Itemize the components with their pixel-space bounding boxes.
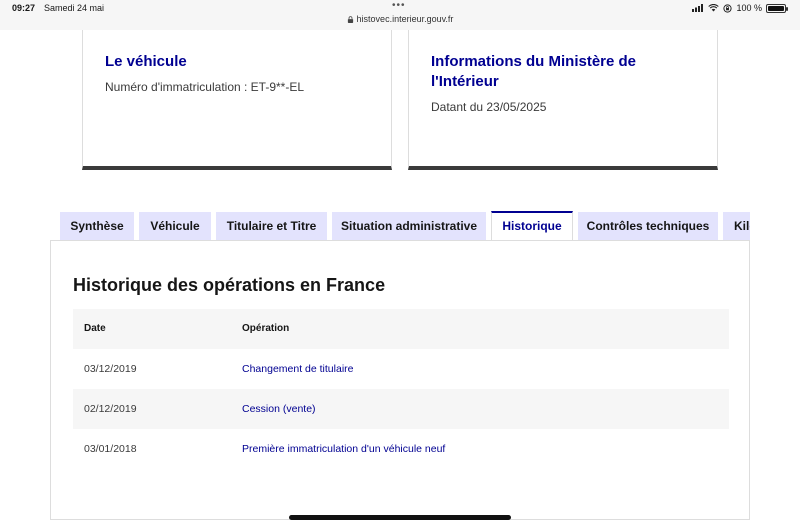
tab-synthese[interactable]: Synthèse — [60, 212, 134, 240]
multitasking-dots-icon[interactable]: ••• — [392, 0, 406, 11]
tab-historique[interactable]: Historique — [491, 211, 573, 241]
tab-vehicule[interactable]: Véhicule — [139, 212, 211, 240]
operation-link[interactable]: Cession (vente) — [242, 403, 316, 415]
status-date: Samedi 24 mai — [44, 3, 105, 13]
column-header-date: Date — [84, 323, 106, 334]
address-url: histovec.interieur.gouv.fr — [356, 14, 454, 24]
operation-date: 03/12/2019 — [84, 363, 137, 375]
operation-date: 03/01/2018 — [84, 443, 137, 455]
ministry-card-title: Informations du Ministère de l'Intérieur — [431, 53, 637, 90]
table-row: 03/01/2018 Première immatriculation d'un… — [73, 429, 729, 469]
operation-date: 02/12/2019 — [84, 403, 137, 415]
cellular-signal-icon — [692, 4, 704, 12]
vehicle-card-title: Le véhicule — [105, 53, 187, 70]
column-header-operation: Opération — [242, 323, 290, 334]
status-indicators: 100 % — [692, 3, 788, 13]
tab-kilometrage[interactable]: Kilométrage — [723, 212, 750, 240]
battery-icon — [766, 3, 788, 13]
status-bar: 09:27 Samedi 24 mai ••• histovec.interie… — [0, 0, 800, 30]
wifi-icon — [708, 4, 720, 12]
address-bar[interactable]: histovec.interieur.gouv.fr — [0, 14, 800, 24]
operation-link[interactable]: Changement de titulaire — [242, 363, 354, 375]
tab-titulaire-et-titre[interactable]: Titulaire et Titre — [216, 212, 327, 240]
tab-list: Synthèse Véhicule Titulaire et Titre Sit… — [60, 211, 750, 241]
orientation-lock-icon — [723, 3, 733, 13]
ministry-card: Informations du Ministère de l'Intérieur… — [408, 30, 718, 170]
history-title: Historique des opérations en France — [73, 275, 386, 295]
home-indicator[interactable] — [289, 515, 511, 520]
tab-controles-techniques[interactable]: Contrôles techniques — [578, 212, 718, 240]
status-time: 09:27 — [12, 3, 36, 13]
tab-situation-administrative[interactable]: Situation administrative — [332, 212, 486, 240]
battery-percentage: 100 % — [736, 3, 762, 13]
vehicle-card: Le véhicule Numéro d'immatriculation : E… — [82, 30, 392, 170]
lock-icon — [347, 16, 353, 23]
registration-number: Numéro d'immatriculation : ET-9**-EL — [105, 80, 305, 94]
history-panel: Historique des opérations en France Date… — [50, 240, 750, 520]
table-row: 02/12/2019 Cession (vente) — [73, 389, 729, 429]
history-table-header: Date Opération — [73, 309, 729, 350]
ministry-data-date: Datant du 23/05/2025 — [431, 100, 547, 114]
table-row: 03/12/2019 Changement de titulaire — [73, 349, 729, 389]
operation-link[interactable]: Première immatriculation d'un véhicule n… — [242, 443, 445, 455]
